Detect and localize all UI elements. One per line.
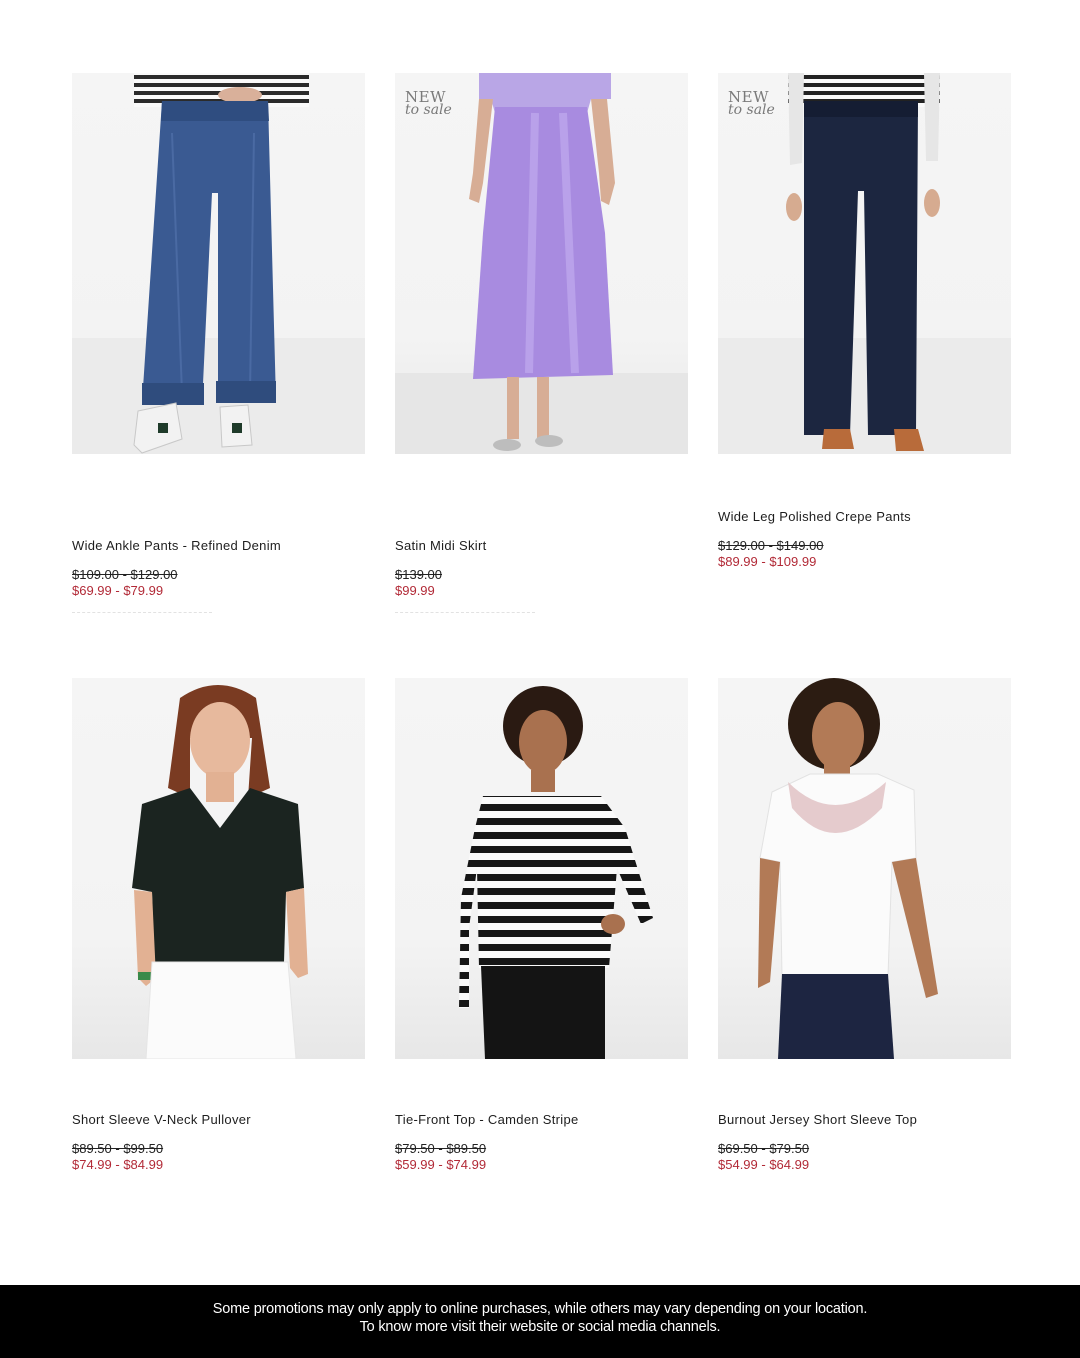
promotions-disclaimer-banner: Some promotions may only apply to online… [0,1285,1080,1358]
product-name[interactable]: Short Sleeve V-Neck Pullover [72,1112,251,1127]
product-name[interactable]: Burnout Jersey Short Sleeve Top [718,1112,917,1127]
product-image[interactable]: NEW to sale [718,73,1011,454]
product-name[interactable]: Wide Ankle Pants - Refined Denim [72,538,281,553]
original-price: $109.00 - $129.00 [72,567,178,582]
product-card-tie-front-top[interactable]: Tie-Front Top - Camden Stripe $79.50 - $… [395,678,688,1172]
badge-to-sale: to sale [728,102,775,118]
striped-top-photo [459,686,653,1059]
product-card-wide-ankle-pants[interactable]: Wide Ankle Pants - Refined Denim $109.00… [72,73,365,598]
original-price: $69.50 - $79.50 [718,1141,810,1156]
product-card-burnout-jersey-top[interactable]: Burnout Jersey Short Sleeve Top $69.50 -… [718,678,1011,1172]
badge-to-sale: to sale [405,102,452,118]
sale-price: $99.99 [395,583,435,598]
product-name[interactable]: Tie-Front Top - Camden Stripe [395,1112,579,1127]
sale-price: $69.99 - $79.99 [72,583,164,598]
product-image[interactable]: NEW to sale [395,73,688,454]
crepe-pants-photo [718,73,1011,454]
disclaimer-line-2: To know more visit their website or soci… [359,1319,721,1335]
product-image[interactable] [395,678,688,1059]
sale-price: $59.99 - $74.99 [395,1157,487,1172]
new-to-sale-badge: NEW to sale [405,90,452,118]
original-price: $129.00 - $149.00 [718,538,824,553]
new-to-sale-badge: NEW to sale [728,90,775,118]
product-image[interactable] [72,73,365,454]
divider [72,612,212,613]
product-image[interactable] [72,678,365,1059]
sale-price: $89.99 - $109.99 [718,554,817,569]
original-price: $89.50 - $99.50 [72,1141,164,1156]
product-name[interactable]: Satin Midi Skirt [395,538,487,553]
sale-price: $54.99 - $64.99 [718,1157,810,1172]
product-name[interactable]: Wide Leg Polished Crepe Pants [718,509,911,524]
white-tee-photo [758,678,938,1059]
sale-price: $74.99 - $84.99 [72,1157,164,1172]
original-price: $79.50 - $89.50 [395,1141,487,1156]
product-card-v-neck-pullover[interactable]: Short Sleeve V-Neck Pullover $89.50 - $9… [72,678,365,1172]
product-card-satin-midi-skirt[interactable]: NEW to sale Satin Midi Skirt $139.00 $99… [395,73,688,598]
product-card-wide-leg-crepe-pants[interactable]: NEW to sale Wide Leg Polished Crepe Pant… [718,73,1011,569]
denim-pants-photo [72,73,365,454]
satin-skirt-photo [395,73,688,454]
divider [395,612,535,613]
original-price: $139.00 [395,567,442,582]
product-image[interactable] [718,678,1011,1059]
v-neck-pullover-photo [132,685,308,1059]
disclaimer-line-1: Some promotions may only apply to online… [212,1301,868,1317]
